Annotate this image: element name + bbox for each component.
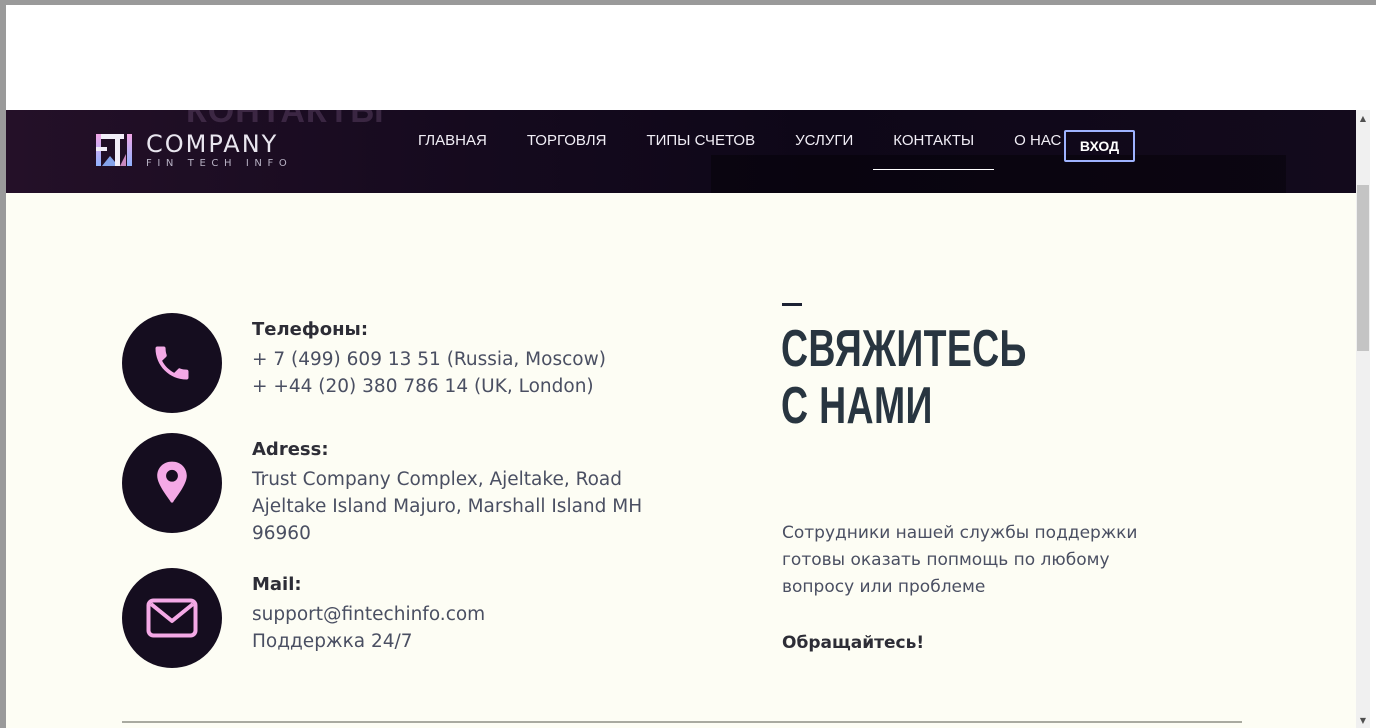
- title-accent-dash: [782, 303, 802, 306]
- map-pin-icon: [157, 461, 187, 503]
- section-divider: [122, 721, 1242, 723]
- top-blank-area: [6, 5, 1356, 110]
- nav-services[interactable]: УСЛУГИ: [775, 110, 873, 170]
- support-description: Сотрудники нашей службы поддержки готовы…: [782, 523, 1138, 597]
- phone-icon-circle: [122, 313, 222, 413]
- phone-moscow[interactable]: + 7 (499) 609 13 51 (Russia, Moscow): [252, 346, 606, 373]
- title-line-1: СВЯЖИТЕСЬ: [781, 320, 1027, 378]
- phone-icon: [155, 346, 189, 380]
- mail-label: Mail:: [252, 574, 302, 595]
- site-header: КОНТАКТЫ COMPANY FIN TECH INFO ГЛАВНАЯ Т…: [6, 110, 1356, 193]
- fti-logo-icon: [96, 134, 132, 166]
- title-line-2: С НАМИ: [781, 377, 933, 435]
- nav-trading[interactable]: ТОРГОВЛЯ: [507, 110, 627, 170]
- contact-cta: Обращайтесь!: [782, 633, 925, 653]
- nav-home[interactable]: ГЛАВНАЯ: [398, 110, 507, 170]
- nav-account-types[interactable]: ТИПЫ СЧЕТОВ: [626, 110, 775, 170]
- envelope-icon: [146, 598, 198, 638]
- address-line-1: Trust Company Complex, Ajeltake, Road: [252, 469, 623, 490]
- login-button[interactable]: ВХОД: [1064, 130, 1135, 162]
- scroll-up-arrow-icon[interactable]: ▲: [1356, 110, 1370, 126]
- phones-label: Телефоны:: [252, 319, 369, 340]
- company-logo[interactable]: COMPANY FIN TECH INFO: [96, 132, 292, 172]
- logo-sub-text: FIN TECH INFO: [146, 158, 293, 169]
- main-nav: ГЛАВНАЯ ТОРГОВЛЯ ТИПЫ СЧЕТОВ УСЛУГИ КОНТ…: [398, 110, 1081, 193]
- mail-address-link[interactable]: support@fintechinfo.com: [252, 601, 485, 628]
- address-label: Adress:: [252, 439, 329, 460]
- address-line-2: Ajeltake Island Majuro, Marshall Island …: [252, 496, 643, 517]
- map-pin-icon-circle: [122, 433, 222, 533]
- contacts-section: Телефоны: + 7 (499) 609 13 51 (Russia, M…: [6, 193, 1356, 728]
- scroll-thumb[interactable]: [1357, 185, 1369, 351]
- nav-contacts[interactable]: КОНТАКТЫ: [873, 110, 995, 170]
- contact-us-title: СВЯЖИТЕСЬ С НАМИ: [781, 321, 1027, 435]
- address-line-3: 96960: [252, 523, 311, 544]
- hero-ghost-text: КОНТАКТЫ: [186, 110, 385, 130]
- browser-viewport: КОНТАКТЫ COMPANY FIN TECH INFO ГЛАВНАЯ Т…: [6, 5, 1370, 728]
- window-edge: [1370, 5, 1376, 728]
- envelope-icon-circle: [122, 568, 222, 668]
- phone-london[interactable]: + +44 (20) 380 786 14 (UK, London): [252, 373, 606, 400]
- scroll-down-arrow-icon[interactable]: ▼: [1356, 712, 1370, 728]
- logo-main-text: COMPANY: [146, 130, 279, 158]
- support-hours: Поддержка 24/7: [252, 631, 413, 652]
- page-scrollbar[interactable]: ▲ ▼: [1356, 110, 1370, 728]
